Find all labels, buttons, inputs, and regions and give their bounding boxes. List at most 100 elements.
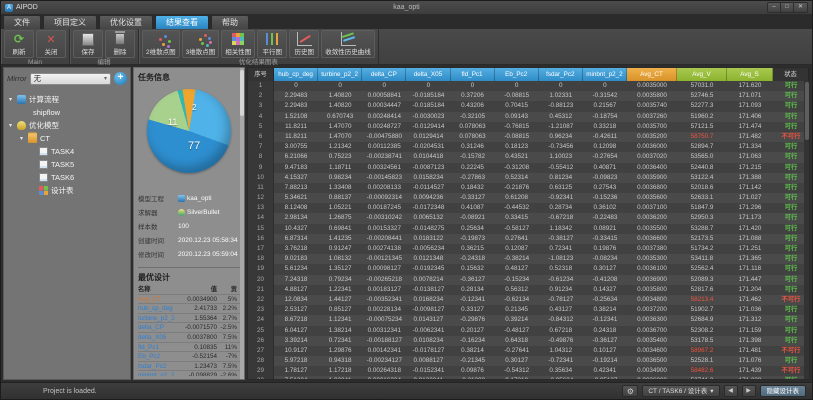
table-row[interactable]: 195.612341.351270.00098127-0.01923450.15… [248,264,809,274]
panel-scrollbar[interactable] [240,68,244,379]
table-row[interactable]: 22.294831.408200.00058841-0.01851840.372… [248,91,809,101]
table-row[interactable]: 307.512341.023410.000162340.0132341-0.31… [248,376,809,379]
best-row[interactable]: delta_X050.00378007.5% [138,333,240,343]
table-row[interactable]: 285.972180.94318-0.002341270.0088127-0.2… [248,356,809,366]
table-row[interactable]: 256.041271.382140.00312341-0.00623410.20… [248,326,809,336]
table-row[interactable]: 99.471831.187110.00324561-0.00871230.222… [248,163,809,173]
tree-item-设计表[interactable]: 设计表 [7,184,127,197]
table-row[interactable]: 117.882131.334080.00208133-0.01145270.18… [248,183,809,193]
table-row[interactable]: 138.124081.052210.00187245-0.01723480.41… [248,203,809,213]
param-link[interactable]: minbnt_p2_2 [138,371,182,376]
expander-icon[interactable]: ▾ [9,96,17,103]
best-row[interactable]: Avg_CT0.00349005% [138,295,240,305]
table-row[interactable]: 207.243180.79234-0.002652180.0078214-0.3… [248,275,809,285]
ribbon-button-save[interactable]: 保存 [73,30,103,58]
ribbon-button-corr[interactable]: 相关性图 [221,30,255,58]
param-link[interactable]: hub_cp_deg [138,304,182,313]
table-scrollbar[interactable] [804,81,809,379]
tab-2[interactable]: 项目定义 [43,15,97,29]
param-link[interactable]: Eb_Pc2 [138,352,182,361]
best-row[interactable]: Eb_Pc2-0.52154-7% [138,352,240,362]
table-row[interactable]: 73.007551.213420.00112385-0.02045310.312… [248,142,809,152]
tree-item-TASK6[interactable]: TASK6 [7,171,127,184]
tab-5[interactable]: 帮助 [211,15,249,29]
param-link[interactable]: delta_CP [138,323,182,332]
table-row[interactable]: 611.82111.47070-0.004758800.01294140.078… [248,132,809,142]
column-header-minbnt_p2_2[interactable]: minbnt_p2_2 [583,68,627,81]
ribbon-button-closered[interactable]: 关闭 [36,30,66,58]
close-button[interactable]: ✕ [794,3,807,12]
add-button[interactable]: + [114,72,127,85]
table-row[interactable]: 173.762180.912470.00274138-0.00562340.36… [248,244,809,254]
minimize-button[interactable]: – [768,3,781,12]
table-scrollbar-thumb[interactable] [805,82,809,140]
table-row[interactable]: 32.294831.408200.00034447-0.01851840.432… [248,101,809,111]
tab-1[interactable]: 文件 [3,15,41,29]
filter-select[interactable]: 无 ▾ [30,73,111,85]
tree-item-TASK4[interactable]: TASK4 [7,145,127,158]
table-row[interactable]: 166.873141.41235-0.002084410.0183122-0.1… [248,234,809,244]
table-row[interactable]: 1000000000.003500057031.0171.620可行 [248,81,809,91]
prev-page-button[interactable]: ◀ [724,385,738,397]
column-header-序号[interactable]: 序号 [248,68,274,81]
expander-icon[interactable]: ▾ [20,135,28,142]
tree-item-计算流程[interactable]: ▾计算流程 [7,93,127,106]
table-row[interactable]: 86.210660.75223-0.002387410.0104418-0.15… [248,152,809,162]
ribbon-button-parallel[interactable]: 平行图 [257,30,287,58]
table-row[interactable]: 125.346210.88137-0.000923140.0094236-0.3… [248,193,809,203]
table-row[interactable]: 189.021831.08132-0.001213450.0121348-0.2… [248,254,809,264]
next-page-button[interactable]: ▶ [742,385,756,397]
column-header-Eb_Pc2[interactable]: Eb_Pc2 [495,68,539,81]
panel-scrollbar-thumb[interactable] [240,70,244,116]
column-header-fld_Pc1[interactable]: fld_Pc1 [451,68,495,81]
table-row[interactable]: 291.781271.172180.00264318-0.01523410.09… [248,366,809,376]
ribbon-button-scatter3[interactable]: 3维散点图 [182,30,220,58]
table-row[interactable]: 2212.08341.44127-0.003523410.0168234-0.1… [248,295,809,305]
tree-item-CT[interactable]: ▾CT [7,132,127,145]
best-row[interactable]: fsdar_Pc21.234737.5% [138,362,240,372]
table-row[interactable]: 511.82111.470700.00248727-0.01294140.078… [248,122,809,132]
table-row[interactable]: 142.981341.26875-0.003102420.0065132-0.0… [248,213,809,223]
expander-icon[interactable]: ▾ [9,122,17,129]
param-link[interactable]: Avg_CT [138,295,182,304]
table-row[interactable]: 214.881271.223410.00183127-0.01381270.28… [248,285,809,295]
column-header-Avg_S[interactable]: Avg_S [727,68,773,81]
tab-3[interactable]: 优化设置 [99,15,153,29]
table-breadcrumb-button[interactable]: CT / TASK6 / 设计表 ▾ [642,385,719,397]
table-row[interactable]: 1510.43270.698410.00153327-0.01482750.25… [248,224,809,234]
table-row[interactable]: 104.153270.98234-0.001458230.0158234-0.2… [248,173,809,183]
ribbon-button-trash[interactable]: 删除 [105,30,135,58]
param-link[interactable]: fsdar_Pc2 [138,362,182,371]
column-header-Avg_V[interactable]: Avg_V [677,68,727,81]
best-row[interactable]: turbine_p2_21.553642.7% [138,314,240,324]
column-header-turbine_p2_2[interactable]: turbine_p2_2 [318,68,362,81]
column-header-状态[interactable]: 状态 [773,68,809,81]
best-row[interactable]: fld_Pc10.1083511% [138,343,240,353]
table-row[interactable]: 263.392140.72341-0.001881270.0108234-0.1… [248,336,809,346]
column-header-delta_CP[interactable]: delta_CP [362,68,406,81]
best-row[interactable]: hub_cp_deg2.417332.2% [138,304,240,314]
column-header-hub_cp_deg[interactable]: hub_cp_deg [274,68,318,81]
param-link[interactable]: delta_X05 [138,333,182,342]
ribbon-button-history[interactable]: 历史图 [289,30,319,58]
ribbon-button-refresh[interactable]: 刷新 [4,30,34,58]
gear-icon[interactable]: ⚙ [622,385,638,397]
column-header-Avg_CT[interactable]: Avg_CT [627,68,677,81]
param-link[interactable]: fld_Pc1 [138,343,182,352]
hide-design-table-button[interactable]: 隐藏设计表 [760,385,807,397]
tree-item-TASK5[interactable]: TASK5 [7,158,127,171]
tree-item-shipflow[interactable]: shipflow [7,106,127,119]
best-row[interactable]: delta_CP-0.0071570-2.5% [138,323,240,333]
table-row[interactable]: 41.521080.6707430.00248414-0.0030023-0.3… [248,112,809,122]
table-row[interactable]: 2710.91271.298760.00142341-0.01781270.38… [248,346,809,356]
tab-4[interactable]: 结果查看 [155,15,209,29]
best-row[interactable]: minbnt_p2_2-0.098829-2.6% [138,371,240,376]
maximize-button[interactable]: □ [781,3,794,12]
ribbon-button-converge[interactable]: 收敛性历史曲线 [321,30,375,58]
param-link[interactable]: turbine_p2_2 [138,314,182,323]
table-row[interactable]: 232.531270.851270.00228134-0.00981270.33… [248,305,809,315]
column-header-fsdar_Pc2[interactable]: fsdar_Pc2 [539,68,583,81]
table-row[interactable]: 248.672181.12341-0.000752340.0143127-0.2… [248,315,809,325]
ribbon-button-scatter2[interactable]: 2维散点图 [142,30,180,58]
tree-item-优化模型[interactable]: ▾优化模型 [7,119,127,132]
